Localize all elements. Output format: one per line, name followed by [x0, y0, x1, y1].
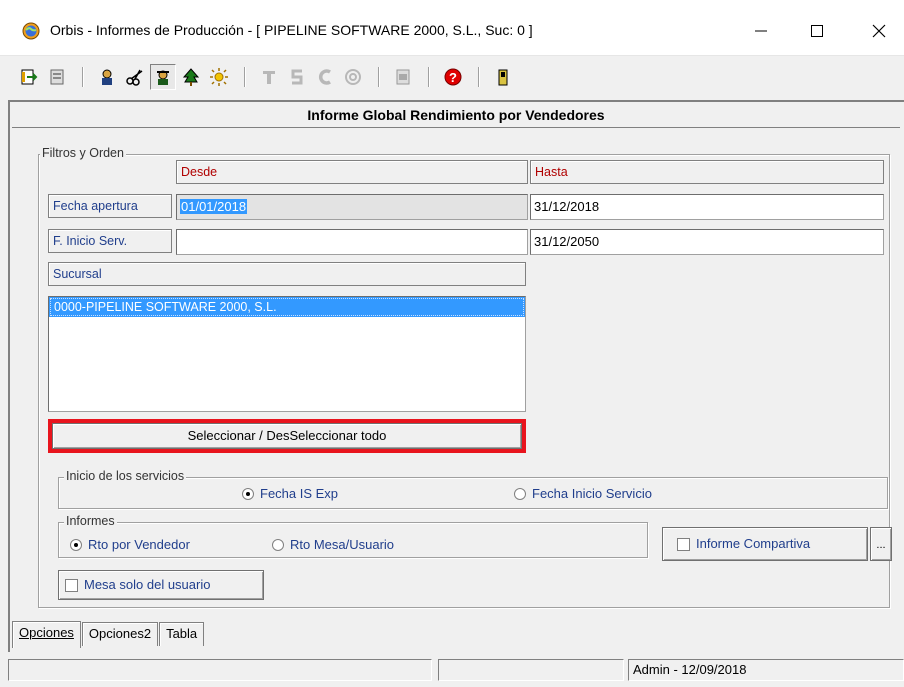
- fecha-is-exp-label: Fecha IS Exp: [260, 486, 339, 501]
- informe-compartiva-check: Informe Compartiva: [677, 528, 810, 560]
- fecha-apertura-desde-input[interactable]: 01/01/2018: [176, 194, 528, 220]
- sucursal-label: Sucursal: [48, 262, 526, 286]
- title-bar: Orbis - Informes de Producción - [ PIPEL…: [0, 0, 904, 56]
- radio-dot: [514, 487, 526, 500]
- informe-compartiva-checkbox[interactable]: Informe Compartiva: [662, 527, 868, 561]
- fecha-apertura-desde-value: 01/01/2018: [180, 199, 248, 214]
- document-icon: [50, 69, 64, 85]
- door-icon: [498, 69, 508, 86]
- fecha-inicio-servicio-label: Fecha Inicio Servicio: [532, 486, 652, 501]
- window-title: Orbis - Informes de Producción - [ PIPEL…: [50, 22, 533, 38]
- fecha-is-exp-radio[interactable]: Fecha IS Exp: [242, 486, 338, 501]
- maximize-button[interactable]: [794, 14, 840, 48]
- filters-legend: Filtros y Orden: [40, 146, 126, 160]
- c-button[interactable]: [312, 64, 338, 90]
- tab-tabla[interactable]: Tabla: [159, 622, 205, 646]
- close-button[interactable]: [856, 14, 902, 48]
- print-preview-icon: [396, 69, 410, 85]
- status-bar: Admin - 12/09/2018: [0, 659, 904, 683]
- mesa-solo-usuario-label: Mesa solo del usuario: [84, 577, 211, 592]
- inicio-serv-hasta-input[interactable]: 31/12/2050: [530, 229, 884, 255]
- help-button[interactable]: ?: [440, 64, 466, 90]
- fecha-apertura-label: Fecha apertura: [48, 194, 172, 218]
- tree-icon: [182, 68, 200, 86]
- toolbar: ?: [0, 56, 904, 98]
- inicio-serv-desde-input[interactable]: [176, 229, 528, 255]
- application-window: Orbis - Informes de Producción - [ PIPEL…: [0, 0, 904, 687]
- maximize-icon: [811, 25, 823, 37]
- letter-c-icon: [319, 69, 331, 85]
- informes-legend: Informes: [64, 514, 117, 528]
- inicio-serv-label: F. Inicio Serv.: [48, 229, 172, 253]
- minimize-button[interactable]: [738, 14, 784, 48]
- letter-s-icon: [291, 69, 303, 85]
- more-options-button[interactable]: ...: [870, 527, 892, 561]
- checkbox-box: [677, 537, 690, 551]
- status-cell-1: [8, 659, 432, 681]
- exit-button[interactable]: [16, 64, 42, 90]
- scissors-button[interactable]: [122, 64, 148, 90]
- person-icon: [102, 69, 112, 85]
- help-icon: ?: [444, 68, 462, 86]
- door-button[interactable]: [490, 64, 516, 90]
- rto-mesa-usuario-label: Rto Mesa/Usuario: [290, 537, 395, 552]
- radio-dot: [70, 538, 82, 551]
- close-icon: [872, 24, 886, 38]
- desde-label: Desde: [176, 160, 528, 184]
- toolbar-separator: [478, 67, 480, 87]
- checkbox-box: [65, 578, 78, 592]
- toolbar-separator: [244, 67, 246, 87]
- agent-icon: [157, 70, 169, 85]
- fecha-inicio-servicio-radio[interactable]: Fecha Inicio Servicio: [514, 486, 652, 501]
- document-button[interactable]: [44, 64, 70, 90]
- app-globe-icon: [22, 22, 40, 40]
- tree-button[interactable]: [178, 64, 204, 90]
- letter-t-icon: [263, 71, 275, 84]
- tab-strip: Opciones Opciones2 Tabla: [12, 621, 205, 648]
- exit-icon: [21, 69, 38, 85]
- rto-mesa-usuario-radio[interactable]: Rto Mesa/Usuario: [272, 537, 394, 552]
- toolbar-separator: [82, 67, 84, 87]
- sun-icon: [210, 68, 228, 86]
- sun-button[interactable]: [206, 64, 232, 90]
- person-button[interactable]: [94, 64, 120, 90]
- rto-vendedor-radio[interactable]: Rto por Vendedor: [70, 537, 190, 552]
- tab-opciones[interactable]: Opciones: [12, 621, 81, 648]
- at-sign-icon: [345, 69, 361, 85]
- agent-button[interactable]: [150, 64, 176, 90]
- print-preview-button[interactable]: [390, 64, 416, 90]
- mesa-solo-usuario-check: Mesa solo del usuario: [65, 571, 210, 599]
- tab-opciones2[interactable]: Opciones2: [81, 622, 159, 646]
- highlight-box: [48, 419, 526, 453]
- fecha-apertura-hasta-input[interactable]: 31/12/2018: [530, 194, 884, 220]
- radio-dot: [242, 487, 254, 500]
- informe-compartiva-label: Informe Compartiva: [696, 536, 811, 551]
- rto-vendedor-label: Rto por Vendedor: [88, 537, 190, 552]
- s-button[interactable]: [284, 64, 310, 90]
- hasta-label: Hasta: [530, 160, 884, 184]
- form-header: Informe Global Rendimiento por Vendedore…: [12, 102, 900, 128]
- sucursal-listbox[interactable]: 0000-PIPELINE SOFTWARE 2000, S.L.: [48, 296, 526, 412]
- inicio-servicios-legend: Inicio de los servicios: [64, 469, 187, 483]
- radio-dot: [272, 538, 284, 551]
- status-cell-2: [438, 659, 624, 681]
- toolbar-separator: [428, 67, 430, 87]
- list-item[interactable]: 0000-PIPELINE SOFTWARE 2000, S.L.: [49, 297, 525, 317]
- status-user-date: Admin - 12/09/2018: [628, 659, 904, 681]
- toolbar-separator: [378, 67, 380, 87]
- mesa-solo-usuario-checkbox[interactable]: Mesa solo del usuario: [58, 570, 264, 600]
- t-button[interactable]: [256, 64, 282, 90]
- svg-text:?: ?: [449, 70, 457, 85]
- scissors-icon: [126, 69, 143, 86]
- at-button[interactable]: [340, 64, 366, 90]
- minimize-icon: [755, 30, 767, 32]
